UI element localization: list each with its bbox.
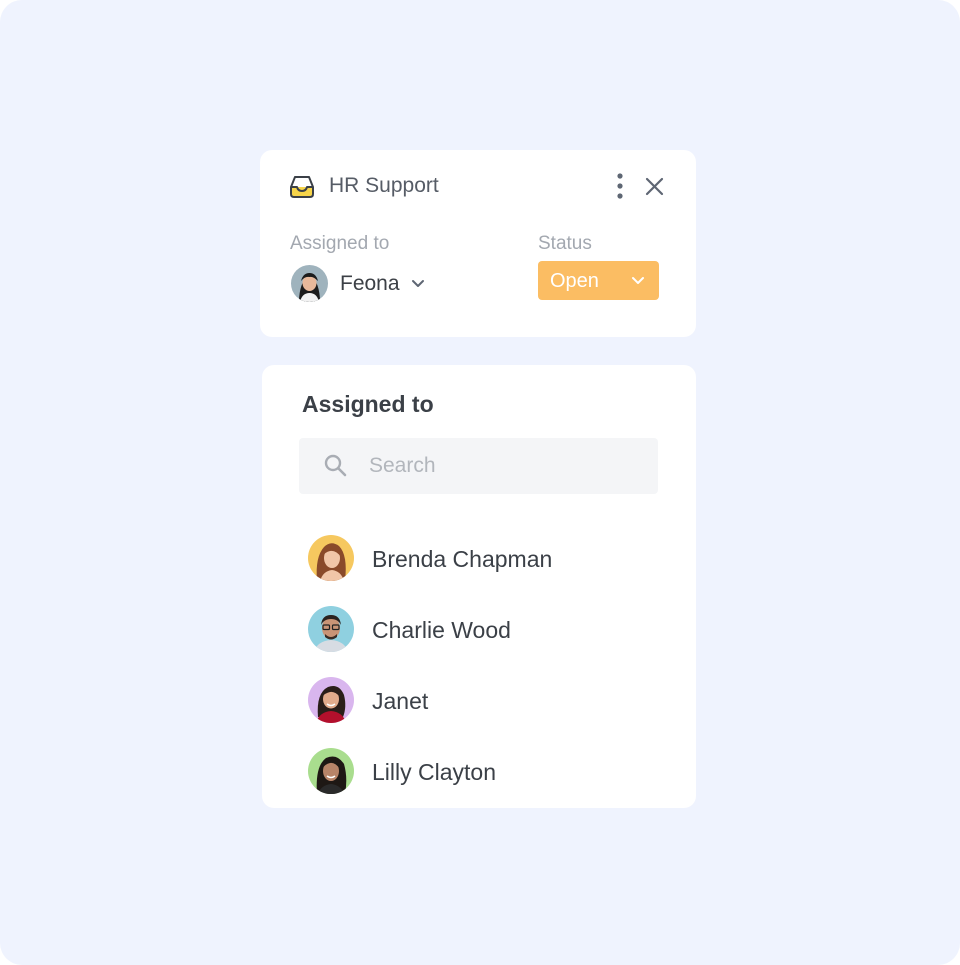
status-label: Status	[538, 233, 592, 254]
assignee-dropdown[interactable]: Feona	[290, 264, 440, 304]
person-name: Brenda Chapman	[372, 546, 553, 572]
search-icon	[323, 453, 349, 479]
status-value: Open	[550, 270, 599, 292]
avatar	[308, 535, 354, 581]
list-item-brenda-chapman[interactable]: Brenda Chapman	[300, 523, 680, 594]
panel-title: Assigned to	[302, 391, 434, 417]
page-background: HR Support Assigned to Status Feona Open…	[0, 0, 960, 965]
search-input[interactable]	[369, 448, 639, 484]
avatar	[308, 677, 354, 723]
inbox-tray-icon	[288, 174, 316, 198]
more-options-button[interactable]	[608, 172, 632, 200]
chevron-down-icon	[630, 274, 646, 288]
search-box[interactable]	[299, 438, 658, 494]
list-item-lilly-clayton[interactable]: Lilly Clayton	[300, 736, 680, 807]
list-item-janet[interactable]: Janet	[300, 665, 680, 736]
assignee-name: Feona	[340, 272, 400, 295]
chevron-down-icon	[410, 277, 426, 291]
person-name: Charlie Wood	[372, 617, 511, 643]
close-button[interactable]	[642, 174, 667, 199]
ticket-title: HR Support	[329, 174, 439, 197]
person-name: Janet	[372, 688, 429, 714]
person-name: Lilly Clayton	[372, 759, 496, 785]
assigned-to-label: Assigned to	[290, 233, 390, 254]
people-list: Brenda Chapman Charlie Wood Janet Lilly …	[300, 523, 680, 807]
more-vertical-icon	[617, 173, 623, 199]
avatar	[308, 606, 354, 652]
list-item-charlie-wood[interactable]: Charlie Wood	[300, 594, 680, 665]
status-dropdown[interactable]: Open	[538, 261, 659, 300]
close-icon	[645, 177, 664, 196]
avatar	[308, 748, 354, 794]
avatar	[291, 265, 328, 302]
